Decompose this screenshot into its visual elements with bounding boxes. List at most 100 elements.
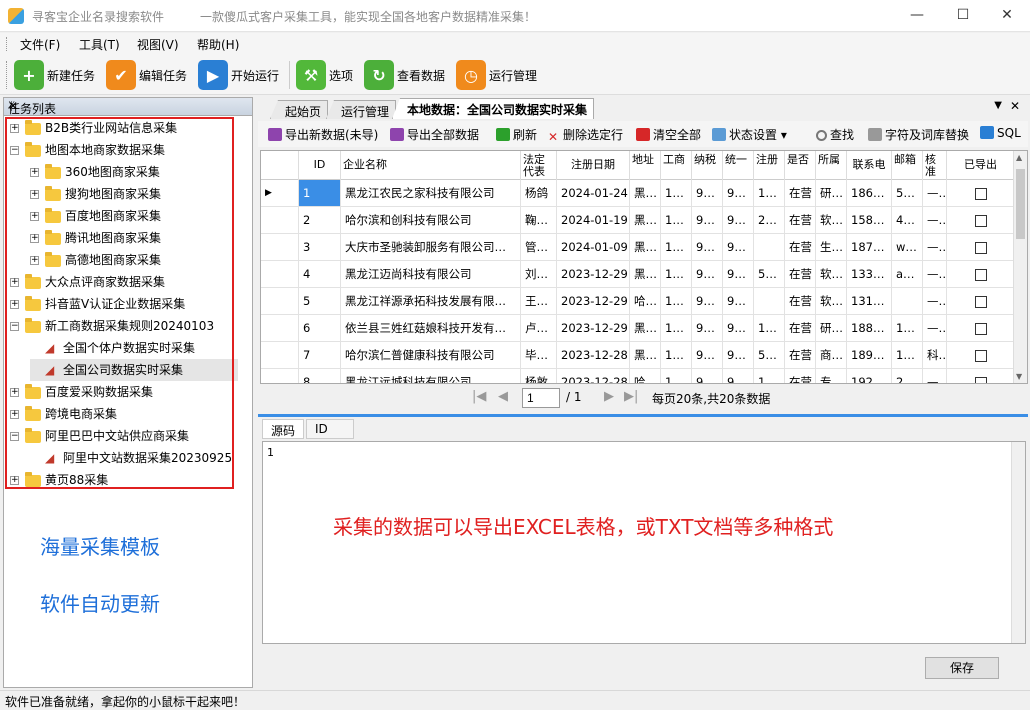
table-cell[interactable]: 王… — [521, 288, 557, 314]
table-cell[interactable]: 5… — [892, 180, 923, 206]
row-indicator-icon[interactable] — [261, 207, 299, 233]
expand-toggle-icon[interactable]: + — [10, 388, 19, 397]
table-cell[interactable]: 在营 — [785, 261, 816, 287]
checkbox-icon[interactable] — [974, 322, 987, 335]
table-cell[interactable]: 1… — [754, 315, 785, 341]
tree-folder-item[interactable]: + 搜狗地图商家采集 — [30, 183, 161, 205]
grid-column-header[interactable]: 注册 — [754, 151, 785, 180]
table-cell[interactable]: 4… — [892, 207, 923, 233]
delete-rows-button[interactable]: ✕ 删除选定行 — [548, 126, 623, 144]
expand-toggle-icon[interactable]: + — [30, 234, 39, 243]
table-cell[interactable]: 9… — [692, 180, 723, 206]
table-cell[interactable]: 软… — [816, 288, 847, 314]
table-row[interactable]: ▶ 1 黑龙江农民之家科技有限公司 杨鸽 2024-01-24 黑… 1… 9… 9… 1… 在营研… — [261, 180, 1015, 207]
table-cell[interactable]: 黑… — [630, 207, 661, 233]
table-cell[interactable]: 192… — [847, 369, 892, 383]
scroll-down-icon[interactable]: ▼ — [1016, 372, 1022, 381]
menu-file[interactable]: 文件(F) — [20, 36, 60, 53]
table-cell[interactable]: 186… — [847, 180, 892, 206]
expand-toggle-icon[interactable]: + — [10, 278, 19, 287]
table-cell[interactable]: 131… — [847, 288, 892, 314]
expand-toggle-icon[interactable]: + — [10, 476, 19, 485]
table-cell[interactable]: 5… — [754, 261, 785, 287]
exported-checkbox[interactable] — [947, 234, 1015, 260]
edit-task-button[interactable]: ✔ 编辑任务 — [106, 59, 187, 91]
table-cell[interactable]: 1… — [661, 315, 692, 341]
tree-folder-item[interactable]: + 抖音蓝V认证企业数据采集 — [10, 293, 185, 315]
tab-run-manager[interactable]: 运行管理 — [326, 100, 397, 119]
expand-toggle-icon[interactable]: + — [30, 190, 39, 199]
table-cell[interactable]: 9… — [692, 261, 723, 287]
tree-folder-item[interactable]: + 黄页88采集 — [10, 469, 108, 491]
tree-folder-item[interactable]: +360地图商家采集 — [30, 161, 160, 183]
table-cell[interactable]: 刘… — [521, 261, 557, 287]
expand-toggle-icon[interactable]: − — [10, 322, 19, 331]
table-cell[interactable]: —… — [923, 369, 947, 383]
tab-source[interactable]: 源码 — [262, 419, 305, 439]
table-cell[interactable]: 9… — [692, 315, 723, 341]
row-indicator-icon[interactable] — [261, 288, 299, 314]
table-row[interactable]: 2 哈尔滨和创科技有限公司 鞠… 2024-01-19 黑… 1… 9… 9… 2… 在营 软… 15… — [261, 207, 1015, 234]
grid-column-header[interactable]: 企业名称 — [341, 151, 521, 180]
table-cell[interactable]: 2023-12-29 — [557, 288, 630, 314]
table-cell[interactable]: 卢… — [521, 315, 557, 341]
tree-folder-item[interactable]: + 百度爱采购数据采集 — [10, 381, 153, 403]
table-cell[interactable]: 1 — [299, 180, 341, 206]
row-indicator-icon[interactable] — [261, 369, 299, 383]
refresh-button[interactable]: 刷新 — [496, 126, 537, 143]
row-indicator-icon[interactable] — [261, 234, 299, 260]
export-all-button[interactable]: 导出全部数据 — [390, 126, 479, 143]
expand-toggle-icon[interactable]: + — [30, 256, 39, 265]
table-cell[interactable]: 哈… — [630, 288, 661, 314]
table-cell[interactable]: 生… — [816, 234, 847, 260]
table-cell[interactable]: 189… — [847, 342, 892, 368]
table-cell[interactable]: —… — [923, 180, 947, 206]
table-cell[interactable]: 2… — [754, 207, 785, 233]
tab-local-data[interactable]: 本地数据：全国公司数据实时采集 — [392, 98, 595, 119]
minimize-button[interactable]: — — [894, 0, 940, 31]
export-new-button[interactable]: 导出新数据(未导) — [268, 126, 378, 143]
tree-folder-item[interactable]: + 跨境电商采集 — [10, 403, 117, 425]
row-indicator-icon[interactable] — [261, 261, 299, 287]
row-indicator-icon[interactable] — [261, 315, 299, 341]
table-cell[interactable]: 在营 — [785, 207, 816, 233]
checkbox-icon[interactable] — [974, 349, 987, 362]
close-button[interactable]: ✕ — [984, 0, 1030, 31]
scroll-up-icon[interactable]: ▲ — [1016, 153, 1022, 162]
grid-column-header[interactable]: 法定代表 — [521, 151, 557, 180]
table-cell[interactable]: 软… — [816, 261, 847, 287]
table-cell[interactable]: 1… — [661, 288, 692, 314]
start-run-button[interactable]: ▶ 开始运行 — [198, 59, 279, 91]
grid-column-header[interactable]: 联系电话 — [847, 151, 892, 180]
grid-column-header[interactable]: 地址 — [630, 151, 661, 180]
panel-splitter[interactable] — [258, 414, 1028, 417]
table-cell[interactable]: 专… — [816, 369, 847, 383]
table-cell[interactable]: 在营 — [785, 342, 816, 368]
table-cell[interactable]: 1… — [754, 180, 785, 206]
grid-column-header[interactable]: 统一 — [723, 151, 754, 180]
table-cell[interactable]: 黑龙江远城科技有限公司 — [341, 369, 521, 383]
task-item[interactable]: ◢ 阿里中文站数据采集20230925 — [30, 447, 232, 469]
checkbox-icon[interactable] — [974, 214, 987, 227]
tree-folder-item[interactable]: + 大众点评商家数据采集 — [10, 271, 165, 293]
tree-folder-item[interactable]: + 百度地图商家采集 — [30, 205, 161, 227]
table-cell[interactable]: 158… — [847, 207, 892, 233]
table-cell[interactable]: 杨鸽 — [521, 180, 557, 206]
expand-toggle-icon[interactable]: + — [10, 124, 19, 133]
table-cell[interactable]: 188… — [847, 315, 892, 341]
table-cell[interactable]: 8 — [299, 369, 341, 383]
expand-toggle-icon[interactable]: + — [10, 300, 19, 309]
table-cell[interactable]: 在营 — [785, 288, 816, 314]
table-cell[interactable]: 1… — [892, 342, 923, 368]
table-cell[interactable]: 9… — [723, 288, 754, 314]
find-button[interactable]: 查找 — [816, 126, 854, 143]
table-cell[interactable]: 9… — [723, 180, 754, 206]
grid-column-header[interactable]: 邮箱 — [892, 151, 923, 180]
table-cell[interactable]: 1… — [661, 342, 692, 368]
exported-checkbox[interactable] — [947, 180, 1015, 206]
table-cell[interactable]: 1… — [661, 180, 692, 206]
table-cell[interactable]: 2023-12-28 — [557, 342, 630, 368]
tree-folder-item[interactable]: + 腾讯地图商家采集 — [30, 227, 161, 249]
tree-folder-item[interactable]: + 高德地图商家采集 — [30, 249, 161, 271]
table-cell[interactable]: 黑… — [630, 180, 661, 206]
